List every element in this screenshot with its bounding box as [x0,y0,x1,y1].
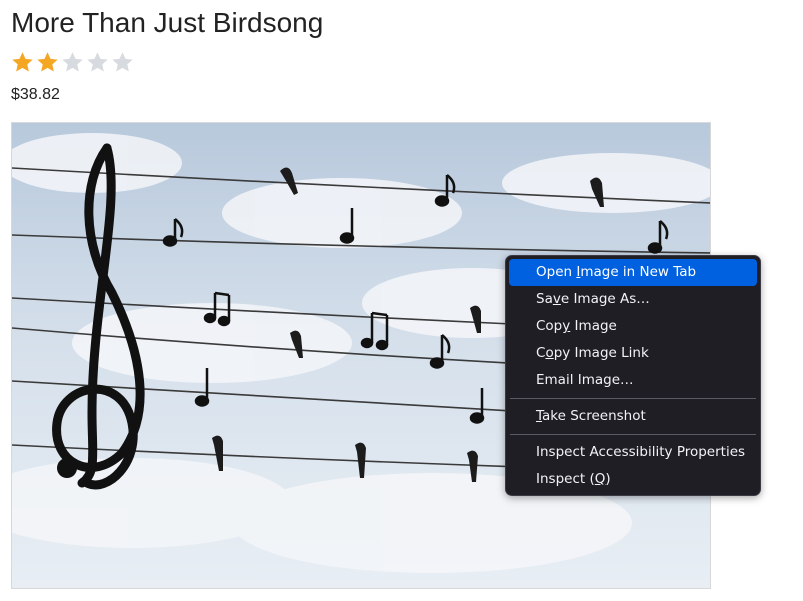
product-price: $38.82 [11,86,60,103]
context-menu: Open Image in New Tab Save Image As… Cop… [505,255,761,496]
menu-item-save-image-as[interactable]: Save Image As… [509,286,757,313]
menu-item-inspect-accessibility[interactable]: Inspect Accessibility Properties [509,439,757,466]
star-icon [62,52,83,72]
star-icon [112,52,133,72]
star-icon [12,52,33,72]
menu-item-take-screenshot[interactable]: Take Screenshot [509,403,757,430]
star-rating [10,50,135,75]
menu-item-inspect[interactable]: Inspect (Q) [509,466,757,493]
product-title: More Than Just Birdsong [11,7,324,38]
star-icon [87,52,108,72]
menu-item-copy-image-link[interactable]: Copy Image Link [509,340,757,367]
menu-separator [510,434,756,435]
product-page: More Than Just Birdsong $38.82 Open Imag… [0,0,803,601]
menu-item-open-image-new-tab[interactable]: Open Image in New Tab [509,259,757,286]
menu-separator [510,398,756,399]
menu-item-email-image[interactable]: Email Image… [509,367,757,394]
star-icon [37,52,58,72]
menu-item-copy-image[interactable]: Copy Image [509,313,757,340]
